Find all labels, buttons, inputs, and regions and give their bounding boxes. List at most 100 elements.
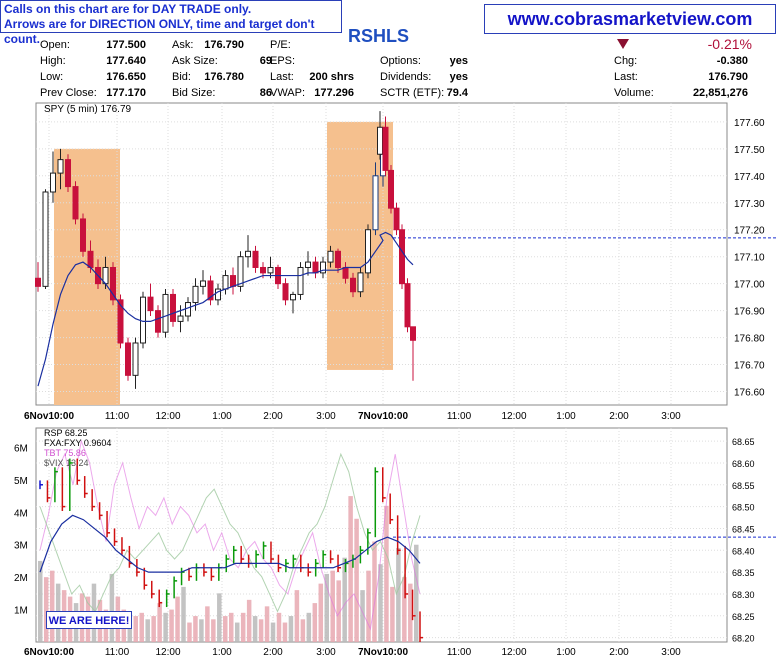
volume-bar [300,619,306,642]
volume-tick-label: 5M [14,476,28,487]
candle-body [65,159,71,188]
price-y-tick-label: 177.10 [734,253,765,264]
ask-size-label: Ask Size: [172,55,218,67]
eps-label: EPS: [270,55,296,67]
volume-bar [366,570,371,642]
candle-body [155,310,161,333]
rsp-x-tick-label: 11:00 [447,647,472,658]
volume-bar [223,616,228,642]
volume-bar [193,616,198,642]
price-y-tick-label: 176.90 [734,307,765,318]
sctr-label: SCTR (ETF): [380,87,445,99]
volume-bar [252,616,258,642]
dividends-value: yes [449,71,468,83]
open-label: Open: [40,39,70,51]
candle-body [35,277,41,287]
volume-bar [390,586,395,642]
vwap-value: 177.296 [314,87,354,99]
legend-vix: $VIX 13.24 [44,458,89,468]
candle-body [342,266,349,279]
candle-body [350,277,356,293]
last2-value: 176.790 [708,71,748,83]
volume-bar [384,505,389,642]
candle-body [388,169,394,209]
rsp-y-tick-label: 68.25 [732,612,755,622]
candle-body [252,250,259,268]
candle-body [282,283,289,301]
volume-bar [43,577,49,642]
volume-bar [288,616,294,642]
site-url-banner[interactable]: www.cobrasmarketview.com [484,4,776,34]
volume-bar [187,622,192,642]
candle-body [87,250,94,268]
volume-bar [234,622,240,642]
candle-body [162,293,169,333]
volume-bar [258,619,264,642]
volume-bar [109,573,115,642]
price-x-tick-label: 12:00 [155,411,180,420]
candle-body [80,218,86,252]
volume-bar [348,496,353,642]
chg-value: -0.380 [716,55,748,67]
bid-size-value: 86 [259,87,272,99]
candle-body [290,293,296,301]
candle-body [125,342,131,376]
rsp-x-tick-label: 1:00 [212,647,232,658]
volume-bar [240,612,246,642]
candle-body [132,342,139,376]
volume-bar [246,599,252,642]
volume-bar [402,577,407,642]
rsp-x-tick-label: 11:00 [105,647,130,658]
last-label: Last: [270,71,294,83]
volume-bar [270,622,276,642]
low-value: 176.650 [106,71,146,83]
candle-body [399,229,405,285]
candle-body [42,191,49,287]
bid-size-label: Bid Size: [172,87,216,99]
candle-body [222,275,229,290]
ask-label: Ask: [172,39,194,51]
ask-value: 176.790 [204,39,244,51]
candle-body [382,126,389,171]
price-y-tick-label: 176.60 [734,388,765,399]
rsp-title: RSP 68.25 [44,428,87,438]
low-label: Low: [40,71,64,83]
last2-label: Last: [614,71,638,83]
volume-bar [163,612,168,642]
volume-bar [276,612,282,642]
candle-body [365,229,371,274]
candle-body [140,296,146,344]
notice-line-1: Calls on this chart are for DAY TRADE on… [4,2,252,16]
candle-body [335,250,341,268]
candle-body [312,261,319,274]
candle-body [245,250,251,258]
legend-tbt: TBT 75.86 [44,448,86,458]
volume-bar [312,603,318,642]
volume-tick-label: 2M [14,573,28,584]
rsp-y-tick-label: 68.45 [732,524,755,534]
volume-bar [282,622,288,642]
price-y-tick-label: 177.00 [734,280,765,291]
we-are-here-label: WE ARE HERE! [46,611,132,629]
volume-label: Volume: [614,87,654,99]
candle-body [297,266,304,295]
candle-body [72,186,79,220]
pe-label: P/E: [270,39,291,51]
candle-body [50,172,56,193]
volume-bar [211,619,216,642]
rsp-x-tick-label: 6Nov10:00 [24,647,74,658]
volume-bar [229,612,234,642]
candle-body [177,315,184,322]
price-x-tick-label: 3:00 [316,411,336,420]
volume-value: 22,851,276 [692,87,748,99]
candle-body [410,326,416,341]
candle-body [260,266,266,274]
rsp-x-tick-label: 1:00 [556,647,576,658]
price-y-tick-label: 176.70 [734,361,765,372]
rsp-x-tick-label: 2:00 [609,647,629,658]
day-trade-notice: Calls on this chart are for DAY TRADE on… [0,0,342,46]
bid-value: 176.780 [204,71,244,83]
candle-body [372,175,379,231]
volume-bar [157,603,162,642]
price-x-tick-label: 7Nov10:00 [358,411,408,420]
